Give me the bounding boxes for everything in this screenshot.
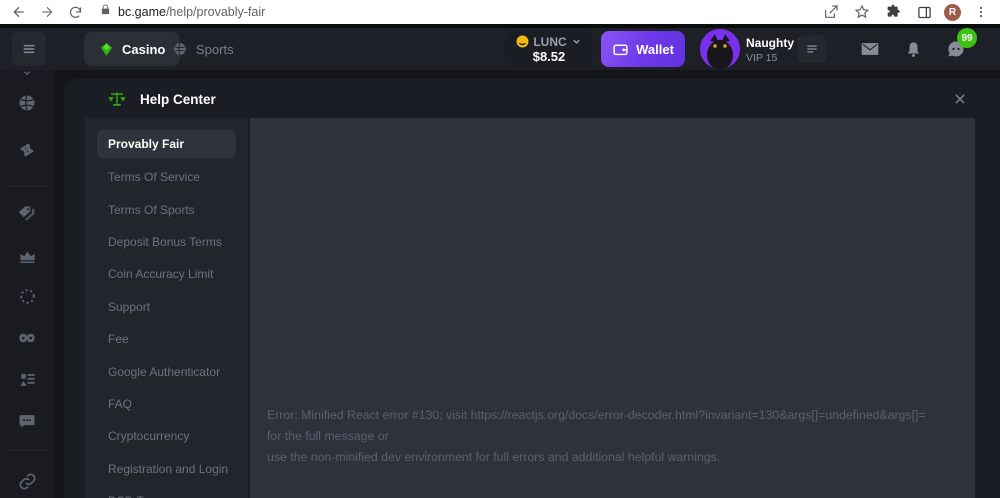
chevron-down-icon — [571, 36, 582, 47]
currency-code: LUNC — [533, 35, 566, 49]
help-nav-item-terms-of-service[interactable]: Terms Of Service — [85, 161, 248, 193]
sidebar-vip-crown-icon[interactable] — [15, 243, 39, 267]
browser-toolbar: bc.game/help/provably-fair R — [0, 0, 1000, 24]
menu-toggle-button[interactable] — [12, 32, 46, 66]
address-bar[interactable]: bc.game/help/provably-fair — [118, 5, 265, 19]
help-nav-item-coin-accuracy-limit[interactable]: Coin Accuracy Limit — [85, 258, 248, 290]
sidebar-bonus-circle-icon[interactable] — [15, 284, 39, 308]
modal-header: Help Center — [64, 79, 1000, 118]
tab-casino[interactable]: Casino — [84, 32, 180, 66]
sidebar-forum-chat-icon[interactable] — [15, 409, 39, 433]
help-center-modal: Help Center Provably Fair Terms Of Servi… — [64, 79, 1000, 498]
help-nav: Provably Fair Terms Of Service Terms Of … — [85, 118, 248, 498]
help-nav-item-deposit-bonus-terms[interactable]: Deposit Bonus Terms — [85, 226, 248, 258]
help-nav-item-registration-and-login[interactable]: Registration and Login — [85, 453, 248, 485]
inbox-mail-icon[interactable] — [858, 37, 882, 61]
react-error-line2: use the non-minified dev environment for… — [267, 447, 943, 468]
help-nav-item-terms-of-sports[interactable]: Terms Of Sports — [85, 193, 248, 225]
sidebar-divider — [8, 450, 47, 451]
react-error-line1: Error: Minified React error #130; visit … — [267, 405, 943, 447]
user-avatar[interactable] — [700, 29, 740, 69]
sidebar-divider — [8, 186, 47, 187]
wallet-button[interactable]: Wallet — [601, 31, 685, 67]
help-nav-item-cryptocurrency[interactable]: Cryptocurrency — [85, 420, 248, 452]
sports-ball-icon — [172, 41, 188, 57]
sidebar-promotions-tags-icon[interactable] — [15, 201, 39, 225]
tab-sports-label: Sports — [196, 42, 234, 57]
chat-unread-badge: 99 — [957, 28, 977, 48]
notifications-bell-icon[interactable] — [901, 37, 925, 61]
share-icon[interactable] — [820, 1, 842, 23]
wallet-icon — [612, 41, 629, 58]
help-nav-item-provably-fair[interactable]: Provably Fair — [97, 130, 236, 158]
sidebar-bets-ticket-icon[interactable] — [15, 138, 39, 162]
site-sidebar — [0, 70, 55, 498]
help-nav-item-google-authenticator[interactable]: Google Authenticator — [85, 355, 248, 387]
currency-balance: $8.52 — [533, 49, 566, 64]
help-nav-item-fee[interactable]: Fee — [85, 323, 248, 355]
wallet-label: Wallet — [636, 42, 674, 57]
browser-refresh-icon[interactable] — [64, 1, 86, 23]
sidebar-affiliate-link-icon[interactable] — [15, 469, 39, 493]
modal-title: Help Center — [140, 92, 216, 107]
lock-icon[interactable] — [100, 3, 111, 21]
react-error-message: Error: Minified React error #130; visit … — [267, 405, 943, 468]
help-content-panel: Error: Minified React error #130; visit … — [250, 118, 975, 498]
bookmark-star-icon[interactable] — [851, 1, 873, 23]
tab-casino-label: Casino — [122, 42, 165, 57]
browser-forward-icon[interactable] — [36, 1, 58, 23]
site-header: Casino Sports LUNC $8.52 Wallet — [0, 28, 1000, 70]
user-menu-button[interactable] — [798, 35, 826, 63]
help-nav-item-faq[interactable]: FAQ — [85, 388, 248, 420]
url-path: /help/provably-fair — [166, 5, 265, 19]
collapse-chevron-icon[interactable] — [15, 67, 39, 79]
help-nav-item-clipped[interactable]: BCD Terms — [85, 485, 248, 498]
close-icon[interactable] — [948, 87, 972, 111]
tab-sports[interactable]: Sports — [172, 32, 234, 66]
bc-diamond-icon — [99, 42, 114, 57]
browser-menu-dots-icon[interactable] — [970, 1, 992, 23]
coin-icon — [516, 35, 529, 48]
sidebar-sports-icon[interactable] — [15, 91, 39, 115]
sidebar-ranking-icon[interactable] — [15, 367, 39, 391]
browser-back-icon[interactable] — [8, 1, 30, 23]
extensions-puzzle-icon[interactable] — [882, 1, 904, 23]
scales-icon — [108, 90, 126, 113]
url-host: bc.game — [118, 5, 166, 19]
side-panel-icon[interactable] — [913, 1, 935, 23]
sidebar-club-icon[interactable] — [15, 326, 39, 350]
currency-selector[interactable]: LUNC $8.52 — [505, 31, 593, 67]
help-nav-item-support[interactable]: Support — [85, 291, 248, 323]
browser-profile-avatar[interactable]: R — [944, 4, 961, 21]
